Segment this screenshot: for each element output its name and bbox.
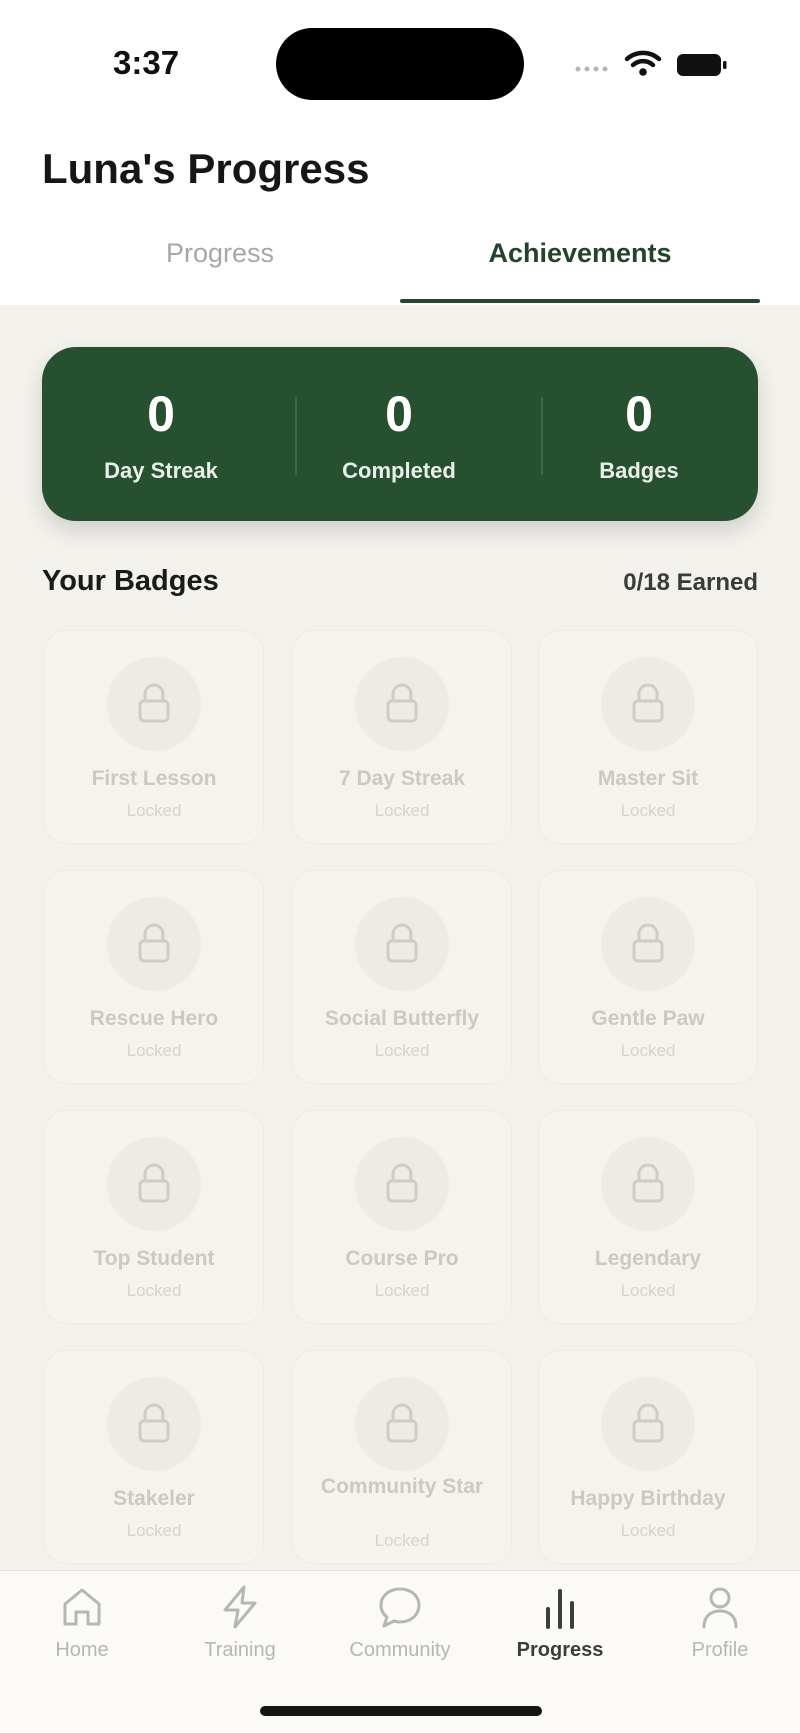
badge-name: Course Pro (345, 1247, 459, 1270)
badge-name: First Lesson (91, 767, 217, 790)
stat-badges: 0 Badges (520, 347, 758, 521)
tabbar-label: Training (204, 1639, 276, 1661)
lightning-icon (223, 1585, 257, 1629)
stat-value: 0 (147, 386, 175, 442)
badge-card[interactable]: Rescue Hero Locked (44, 870, 264, 1084)
badge-icon-circle (601, 1137, 695, 1231)
badge-card[interactable]: Course Pro Locked (292, 1110, 512, 1324)
badge-name: Top Student (93, 1247, 215, 1270)
bar-chart-icon (546, 1589, 574, 1629)
badge-card[interactable]: First Lesson Locked (44, 630, 264, 844)
stat-label: Badges (599, 458, 679, 483)
lock-icon (138, 1403, 170, 1443)
stats-card: 0 Day Streak 0 Completed 0 Badges (42, 347, 758, 521)
badge-name: 7 Day Streak (338, 767, 466, 790)
stat-value: 0 (625, 386, 653, 442)
badge-status: Locked (620, 1041, 676, 1060)
tabbar-label: Community (349, 1639, 451, 1661)
tabbar-item-profile[interactable]: Profile (640, 1571, 800, 1691)
status-time: 3:37 (113, 44, 180, 81)
badge-icon-circle (601, 897, 695, 991)
tab-achievements[interactable]: Achievements (400, 238, 760, 288)
badge-card[interactable]: Gentle Paw Locked (538, 870, 758, 1084)
badge-icon-circle (601, 657, 695, 751)
badge-name: Community Star (320, 1475, 484, 1498)
stat-label: Completed (342, 458, 456, 483)
badge-icon-circle (107, 657, 201, 751)
badge-card[interactable]: Happy Birthday Locked (538, 1350, 758, 1564)
cellular-signal-icon (575, 66, 608, 72)
badge-status: Locked (126, 1281, 182, 1300)
badge-icon-circle (107, 1377, 201, 1471)
badge-card[interactable]: Legendary Locked (538, 1110, 758, 1324)
badge-card[interactable]: Stakeler Locked (44, 1350, 264, 1564)
lock-icon (386, 1163, 418, 1203)
page-title: Luna's Progress (42, 145, 370, 192)
badge-status: Locked (126, 1521, 182, 1540)
stat-day-streak: 0 Day Streak (42, 347, 280, 521)
person-icon (702, 1587, 738, 1629)
lock-icon (138, 1163, 170, 1203)
tabbar-label: Progress (516, 1639, 604, 1661)
badge-name: Happy Birthday (570, 1487, 726, 1510)
badge-status: Locked (620, 801, 676, 820)
badge-card[interactable]: Community Star Locked (292, 1350, 512, 1564)
lock-icon (386, 923, 418, 963)
stat-value: 0 (385, 386, 413, 442)
tabbar-label: Profile (691, 1639, 749, 1661)
tabbar-item-training[interactable]: Training (160, 1571, 320, 1691)
badge-icon-circle (355, 657, 449, 751)
tabbar-item-progress[interactable]: Progress (480, 1571, 640, 1691)
badges-section-title: Your Badges (42, 565, 219, 597)
badge-status: Locked (374, 801, 430, 820)
stat-completed: 0 Completed (280, 347, 518, 521)
lock-icon (386, 683, 418, 723)
tabbar-item-home[interactable]: Home (2, 1571, 162, 1691)
tabbar-item-community[interactable]: Community (320, 1571, 480, 1691)
badge-name: Social Butterfly (324, 1007, 480, 1030)
badge-status: Locked (374, 1041, 430, 1060)
badges-grid[interactable]: First Lesson Locked 7 Day Streak Locked … (44, 630, 758, 1570)
badge-icon-circle (355, 1377, 449, 1471)
badge-status: Locked (620, 1521, 676, 1540)
badge-card[interactable]: Social Butterfly Locked (292, 870, 512, 1084)
stat-label: Day Streak (104, 458, 218, 483)
badge-status: Locked (620, 1281, 676, 1300)
badge-status: Locked (374, 1281, 430, 1300)
badge-card[interactable]: Top Student Locked (44, 1110, 264, 1324)
badge-status: Locked (126, 1041, 182, 1060)
home-indicator[interactable] (260, 1706, 542, 1716)
lock-icon (632, 1403, 664, 1443)
badge-icon-circle (107, 897, 201, 991)
badge-name: Gentle Paw (591, 1007, 705, 1030)
badge-icon-circle (601, 1377, 695, 1471)
badge-card[interactable]: 7 Day Streak Locked (292, 630, 512, 844)
badge-icon-circle (107, 1137, 201, 1231)
dynamic-island (276, 28, 524, 100)
badge-status: Locked (374, 1531, 430, 1550)
badge-name: Rescue Hero (89, 1007, 219, 1030)
badge-icon-circle (355, 897, 449, 991)
lock-icon (386, 1403, 418, 1443)
active-tab-indicator (400, 299, 760, 303)
lock-icon (138, 683, 170, 723)
lock-icon (632, 683, 664, 723)
battery-icon (677, 54, 727, 76)
badge-card[interactable]: Master Sit Locked (538, 630, 758, 844)
tab-progress[interactable]: Progress (40, 238, 400, 288)
lock-icon (632, 1163, 664, 1203)
chat-bubble-icon (379, 1587, 421, 1628)
badges-earned-count: 0/18 Earned (623, 569, 758, 596)
badge-name: Legendary (594, 1247, 702, 1270)
badge-status: Locked (126, 801, 182, 820)
badge-name: Master Sit (597, 767, 699, 790)
badge-name: Stakeler (113, 1487, 195, 1510)
badge-icon-circle (355, 1137, 449, 1231)
wifi-icon (624, 50, 662, 76)
lock-icon (632, 923, 664, 963)
tabbar-label: Home (55, 1639, 109, 1661)
home-icon (63, 1588, 101, 1626)
lock-icon (138, 923, 170, 963)
